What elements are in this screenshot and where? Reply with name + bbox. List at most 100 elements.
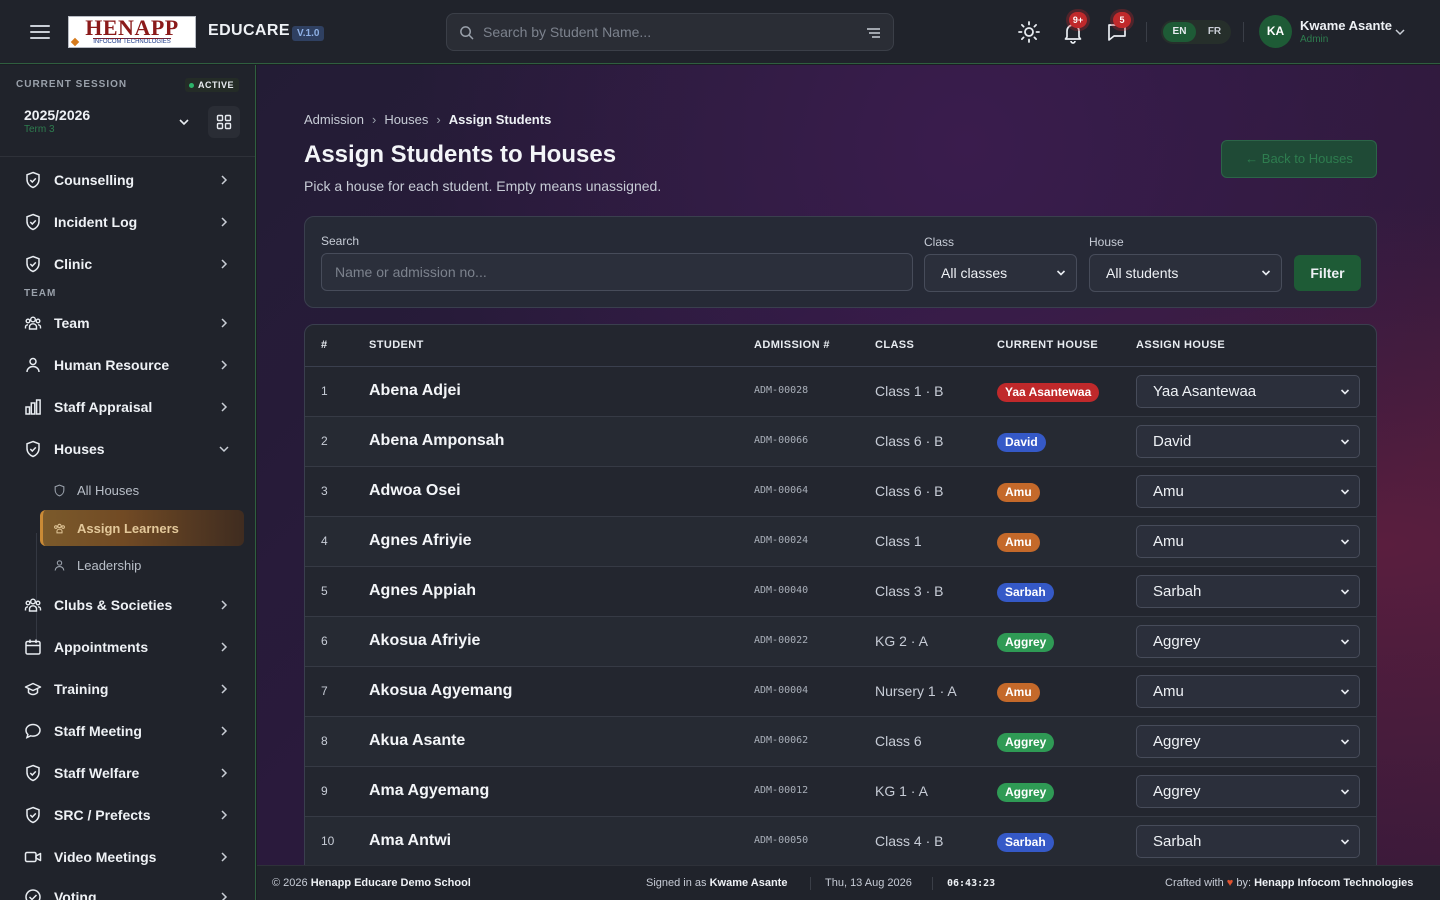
chevron-right-icon — [221, 810, 228, 820]
assign-house-value: Sarbah — [1153, 583, 1202, 600]
row-number: 8 — [321, 734, 328, 748]
theme-toggle-sun-icon[interactable] — [1017, 20, 1041, 44]
check-icon — [25, 889, 41, 900]
sidebar-item-incident-log[interactable]: Incident Log — [16, 205, 244, 239]
sidebar-item-appointments[interactable]: Appointments — [16, 630, 244, 664]
assign-house-value: Aggrey — [1153, 783, 1201, 800]
apps-grid-button[interactable] — [208, 106, 240, 138]
user-name[interactable]: Kwame Asante — [1300, 18, 1392, 33]
company-logo[interactable]: HENAPP INFOCOM TECHNOLOGIES — [68, 16, 196, 48]
footer-signed-in: Signed in as Kwame Asante — [646, 877, 787, 889]
sidebar-subitem-label: All Houses — [77, 483, 140, 498]
assign-house-select[interactable]: Sarbah — [1136, 575, 1360, 608]
current-house-badge: Amu — [997, 483, 1040, 502]
chevron-down-icon[interactable] — [1394, 26, 1406, 38]
chevron-down-icon — [1340, 789, 1350, 795]
sidebar-item-label: Staff Appraisal — [54, 399, 153, 415]
search-label: Search — [321, 234, 360, 248]
language-en[interactable]: EN — [1163, 22, 1196, 42]
sidebar-subitem-leadership[interactable]: Leadership — [40, 547, 244, 583]
session-year[interactable]: 2025/2026 — [24, 107, 90, 123]
chevron-down-icon — [1056, 270, 1066, 276]
admission-number: ADM-00040 — [754, 585, 809, 596]
breadcrumb-current: Assign Students — [448, 112, 552, 127]
assign-house-select[interactable]: Amu — [1136, 675, 1360, 708]
top-bar: HENAPP INFOCOM TECHNOLOGIES EDUCARE V.1.… — [0, 0, 1440, 64]
chevron-right-icon — [221, 217, 228, 227]
language-fr[interactable]: FR — [1198, 22, 1231, 42]
sidebar-item-human-resource[interactable]: Human Resource — [16, 348, 244, 382]
messages-button[interactable]: 5 — [1105, 12, 1131, 44]
sidebar-subitem-assign-learners[interactable]: Assign Learners — [40, 510, 244, 546]
sidebar-item-clinic[interactable]: Clinic — [16, 247, 244, 281]
sidebar-item-training[interactable]: Training — [16, 672, 244, 706]
current-house-badge: Sarbah — [997, 583, 1054, 602]
student-name: Akua Asante — [369, 732, 466, 749]
assign-house-select[interactable]: Amu — [1136, 525, 1360, 558]
filter-button[interactable]: Filter — [1294, 255, 1361, 291]
search-filter-icon[interactable] — [866, 26, 881, 40]
current-house-badge: Aggrey — [997, 733, 1055, 752]
graduation-cap-icon — [24, 682, 42, 696]
admission-number: ADM-00012 — [754, 785, 809, 796]
student-name: Adwoa Osei — [369, 482, 461, 499]
class-select[interactable]: All classes — [924, 254, 1077, 292]
assign-house-select[interactable]: Amu — [1136, 475, 1360, 508]
breadcrumb-admission[interactable]: Admission — [304, 112, 364, 127]
footer-date: Thu, 13 Aug 2026 — [825, 877, 912, 889]
back-to-houses-button[interactable]: ← Back to Houses — [1221, 140, 1377, 178]
student-name: Akosua Agyemang — [369, 682, 513, 699]
student-name: Ama Antwi — [369, 832, 452, 849]
company-name[interactable]: Henapp Infocom Technologies — [1254, 877, 1413, 889]
student-search-input[interactable] — [321, 253, 913, 291]
table-row: 1 Abena Adjei ADM-00028 Class 1 · B Yaa Asan… — [305, 367, 1376, 417]
sidebar-item-voting[interactable]: Voting — [16, 880, 244, 900]
calendar-icon — [25, 639, 41, 655]
notifications-button[interactable]: 9+ — [1061, 12, 1087, 44]
sidebar-item-staff-appraisal[interactable]: Staff Appraisal — [16, 390, 244, 424]
page-subtitle: Pick a house for each student. Empty mea… — [304, 178, 662, 194]
table-row: 10 Ama Antwi ADM-00050 Class 4 · B Sarbah Sar… — [305, 817, 1376, 865]
global-search-input[interactable] — [483, 20, 863, 44]
sidebar-item-houses[interactable]: Houses — [16, 432, 244, 466]
chevron-down-icon[interactable] — [178, 116, 190, 128]
student-name: Akosua Afriyie — [369, 632, 481, 649]
student-class: Class 4 · B — [875, 833, 944, 849]
assign-house-select[interactable]: Yaa Asantewaa — [1136, 375, 1360, 408]
table-row: 5 Agnes Appiah ADM-00040 Class 3 · B Sarbah S… — [305, 567, 1376, 617]
users-icon — [24, 598, 42, 612]
assign-house-select[interactable]: Aggrey — [1136, 775, 1360, 808]
users-icon — [54, 523, 65, 534]
sidebar-item-video-meetings[interactable]: Video Meetings — [16, 840, 244, 874]
sidebar-subitem-all-houses[interactable]: All Houses — [40, 472, 244, 508]
assign-house-select[interactable]: David — [1136, 425, 1360, 458]
breadcrumb-houses[interactable]: Houses — [384, 112, 428, 127]
house-filter-value: All students — [1106, 265, 1179, 281]
sidebar-item-counselling[interactable]: Counselling — [16, 163, 244, 197]
assign-house-select[interactable]: Aggrey — [1136, 725, 1360, 758]
sidebar-item-staff-welfare[interactable]: Staff Welfare — [16, 756, 244, 790]
assign-house-select[interactable]: Aggrey — [1136, 625, 1360, 658]
logo-subtext: INFOCOM TECHNOLOGIES — [93, 38, 171, 45]
sidebar-item-staff-meeting[interactable]: Staff Meeting — [16, 714, 244, 748]
sidebar-item-label: Human Resource — [54, 357, 170, 373]
crafted-by: by: — [1236, 877, 1252, 889]
sidebar-item-src-prefects[interactable]: SRC / Prefects — [16, 798, 244, 832]
avatar[interactable]: KA — [1259, 15, 1292, 48]
assign-house-value: Amu — [1153, 683, 1184, 700]
house-filter-select[interactable]: All students — [1089, 254, 1282, 292]
row-number: 3 — [321, 484, 328, 498]
user-icon — [26, 357, 40, 373]
chevron-down-icon — [1340, 439, 1350, 445]
sidebar-item-team[interactable]: Team — [16, 306, 244, 340]
hamburger-menu-icon[interactable] — [28, 22, 52, 42]
chevron-right-icon — [221, 852, 228, 862]
sidebar-item-clubs-societies[interactable]: Clubs & Societies — [16, 588, 244, 622]
student-name: Abena Amponsah — [369, 432, 505, 449]
column-header: CLASS — [875, 339, 915, 351]
admission-number: ADM-00066 — [754, 435, 809, 446]
chevron-down-icon — [219, 446, 229, 453]
current-house-badge: Aggrey — [997, 633, 1055, 652]
video-icon — [24, 851, 42, 863]
assign-house-select[interactable]: Sarbah — [1136, 825, 1360, 858]
